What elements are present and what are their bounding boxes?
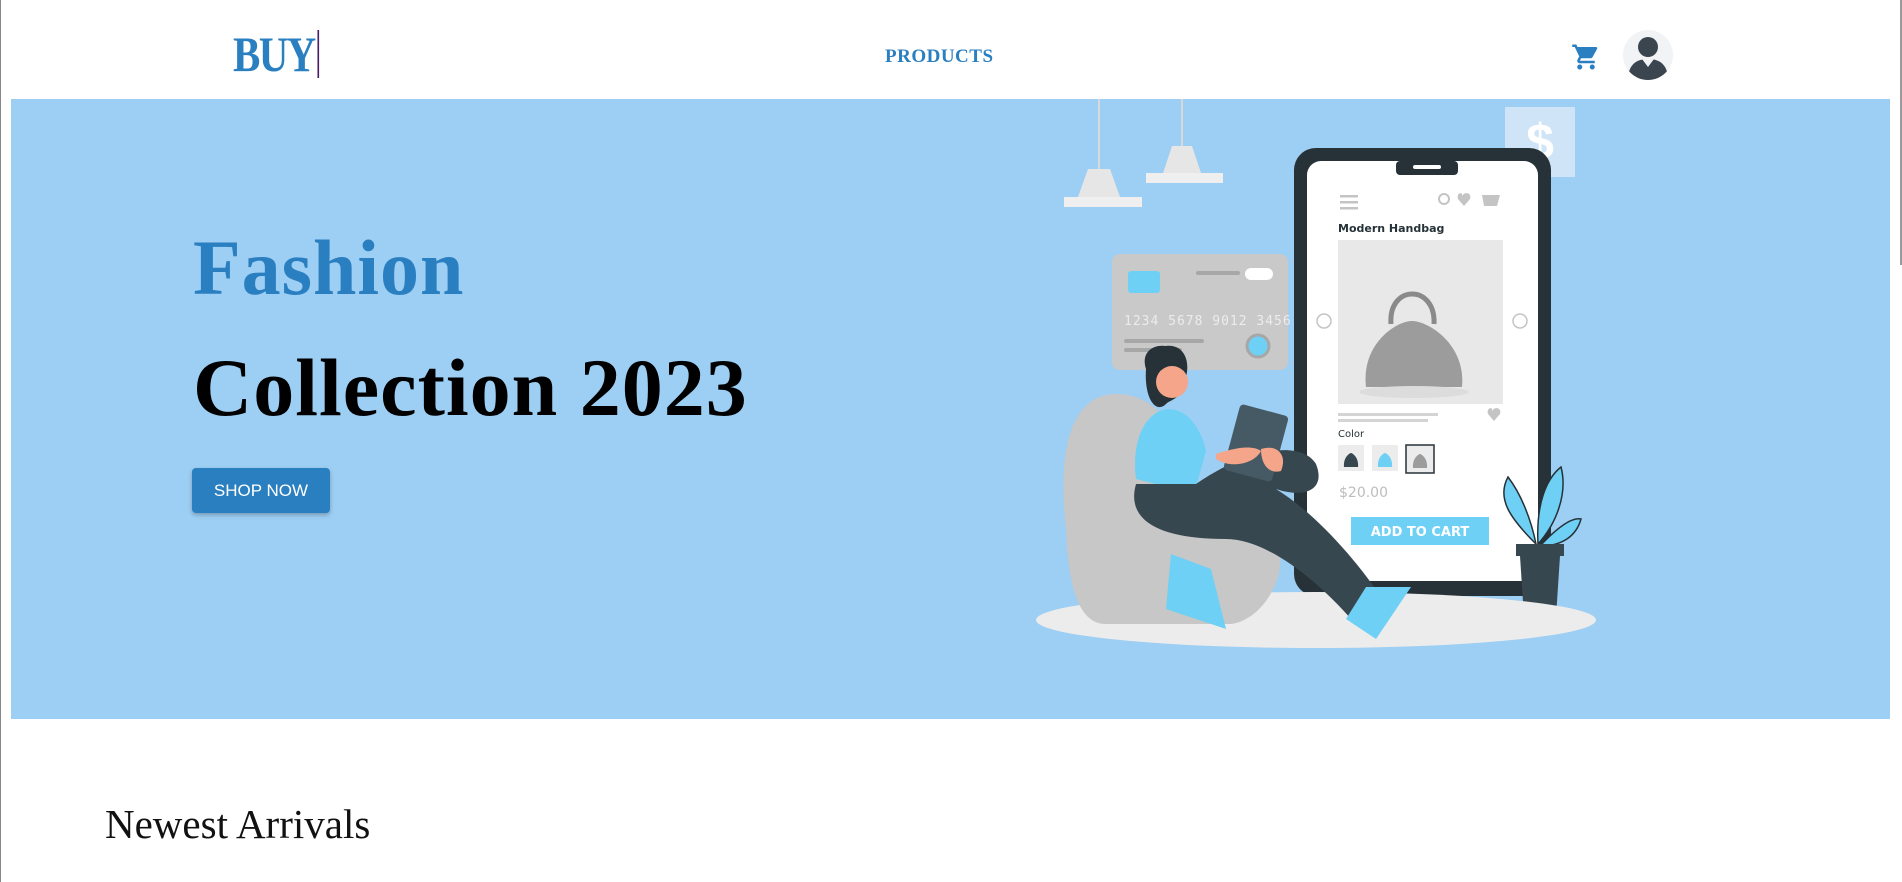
site-header: BUY PRODUCTS: [1, 0, 1902, 99]
logo-text: BUY: [233, 26, 316, 82]
hero-title-fashion: Fashion: [193, 224, 465, 311]
phone-product-name: Modern Handbag: [1338, 222, 1444, 235]
credit-card-icon: 1234 5678 9012 3456: [1112, 254, 1292, 370]
nav-link-products[interactable]: PRODUCTS: [885, 46, 994, 68]
shop-now-button[interactable]: SHOP NOW: [192, 468, 330, 513]
logo-link[interactable]: BUY: [233, 26, 319, 82]
phone-add-to-cart: ADD TO CART: [1371, 525, 1470, 540]
newest-arrivals-heading: Newest Arrivals: [105, 801, 371, 847]
hero-title-collection: Collection 2023: [193, 342, 748, 433]
phone-color-label: Color: [1338, 429, 1365, 440]
shopping-cart-icon: [1572, 44, 1598, 70]
ceiling-lamp-icon: [1064, 99, 1223, 207]
hero-banner: Fashion Collection 2023 SHOP NOW $ 1234 …: [11, 99, 1890, 719]
phone-mockup: Modern Handbag Color $20.00 ADD TO CART: [1294, 148, 1551, 596]
card-number: 1234 5678 9012 3456: [1124, 314, 1292, 329]
account-avatar-button[interactable]: [1623, 30, 1673, 80]
shopping-illustration: $ 1234 5678 9012 3456 Modern Handbag Col…: [1036, 99, 1596, 648]
phone-price: $20.00: [1339, 485, 1388, 501]
cart-button[interactable]: [1571, 42, 1601, 72]
user-avatar-icon: [1628, 37, 1668, 80]
text-caret: [317, 30, 319, 78]
